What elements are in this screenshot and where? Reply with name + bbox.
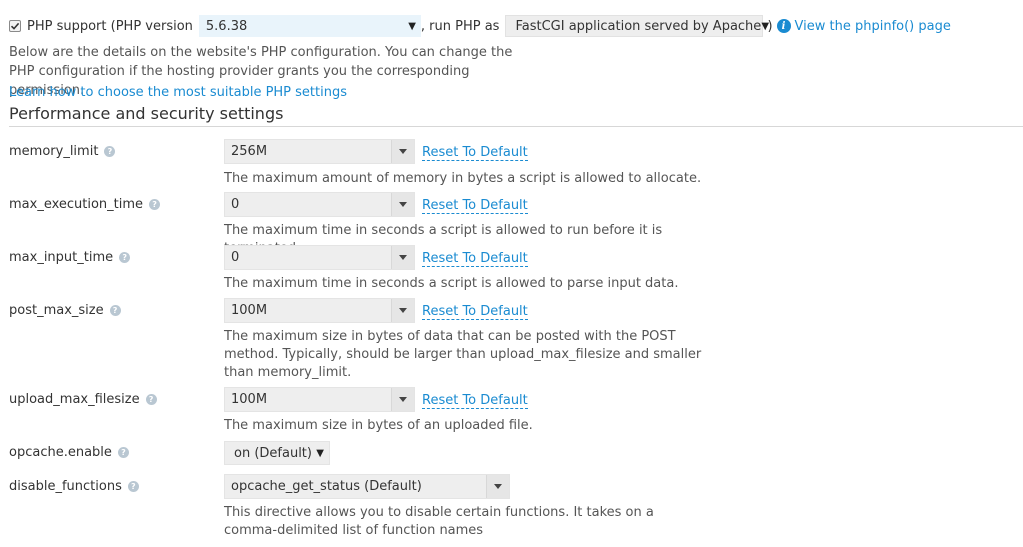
- section-title: Performance and security settings: [9, 104, 284, 123]
- max-input-time-help: The maximum time in seconds a script is …: [224, 276, 679, 291]
- reset-post-max-size-link[interactable]: Reset To Default: [422, 304, 528, 320]
- chevron-down-icon: [399, 255, 407, 260]
- setting-name: max_input_time: [9, 250, 114, 265]
- help-icon[interactable]: ?: [117, 447, 129, 458]
- chevron-down-icon: [399, 308, 407, 313]
- reset-max-input-time-link[interactable]: Reset To Default: [422, 251, 528, 267]
- post-max-size-value[interactable]: 100M: [225, 303, 391, 318]
- section-divider: [9, 126, 1023, 127]
- setting-name: memory_limit: [9, 144, 99, 159]
- chevron-down-icon: [399, 397, 407, 402]
- close-paren: ): [767, 18, 773, 34]
- max-execution-time-combobox[interactable]: 0: [224, 192, 415, 217]
- reset-max-execution-time-link[interactable]: Reset To Default: [422, 198, 528, 214]
- upload-max-filesize-combobox[interactable]: 100M: [224, 387, 415, 412]
- memory-limit-value[interactable]: 256M: [225, 144, 391, 159]
- setting-name: disable_functions: [9, 479, 122, 494]
- setting-name: post_max_size: [9, 303, 104, 318]
- memory-limit-help: The maximum amount of memory in bytes a …: [224, 171, 702, 186]
- help-icon[interactable]: ?: [119, 252, 131, 263]
- setting-label-post-max-size: post_max_size ?: [9, 303, 121, 318]
- dropdown-button[interactable]: [391, 388, 414, 411]
- php-support-label: PHP support (PHP version: [27, 18, 193, 34]
- setting-label-max-execution-time: max_execution_time ?: [9, 197, 161, 212]
- help-icon[interactable]: ?: [127, 481, 139, 492]
- disable-functions-combobox[interactable]: opcache_get_status (Default): [224, 474, 510, 499]
- max-input-time-combobox[interactable]: 0: [224, 245, 415, 270]
- dropdown-button[interactable]: [391, 246, 414, 269]
- help-icon[interactable]: ?: [145, 394, 157, 405]
- setting-name: opcache.enable: [9, 445, 112, 460]
- disable-functions-help: This directive allows you to disable cer…: [224, 505, 654, 538]
- setting-label-disable-functions: disable_functions ?: [9, 479, 139, 494]
- setting-label-opcache-enable: opcache.enable ?: [9, 445, 129, 460]
- chevron-down-icon: ▼: [316, 447, 324, 459]
- chevron-down-icon: [494, 484, 502, 489]
- reset-memory-limit-link[interactable]: Reset To Default: [422, 145, 528, 161]
- phpinfo-link[interactable]: View the phpinfo() page: [795, 19, 951, 34]
- run-as-label: , run PHP as: [420, 18, 500, 34]
- post-max-size-combobox[interactable]: 100M: [224, 298, 415, 323]
- upload-max-filesize-help: The maximum size in bytes of an uploaded…: [224, 418, 533, 433]
- dropdown-button[interactable]: [486, 475, 509, 498]
- php-version-select[interactable]: 5.6.38 ▼: [198, 15, 421, 37]
- opcache-enable-value: on (Default): [234, 445, 312, 461]
- memory-limit-combobox[interactable]: 256M: [224, 139, 415, 164]
- php-handler-select[interactable]: FastCGI application served by Apache ▼: [505, 15, 769, 37]
- learn-php-settings-link[interactable]: Learn how to choose the most suitable PH…: [9, 85, 347, 100]
- max-input-time-value[interactable]: 0: [225, 250, 391, 265]
- php-handler-value: FastCGI application served by Apache: [515, 18, 762, 34]
- php-version-value: 5.6.38: [205, 18, 248, 34]
- php-support-row: PHP support (PHP version 5.6.38 ▼ , run …: [9, 14, 951, 38]
- php-support-checkbox[interactable]: [9, 20, 21, 32]
- max-execution-time-value[interactable]: 0: [225, 197, 391, 212]
- disable-functions-value[interactable]: opcache_get_status (Default): [225, 479, 486, 494]
- help-icon[interactable]: ?: [104, 146, 116, 157]
- setting-label-upload-max-filesize: upload_max_filesize ?: [9, 392, 157, 407]
- post-max-size-help: The maximum size in bytes of data that c…: [224, 329, 702, 380]
- dropdown-button[interactable]: [391, 193, 414, 216]
- setting-name: upload_max_filesize: [9, 392, 140, 407]
- reset-upload-max-filesize-link[interactable]: Reset To Default: [422, 393, 528, 409]
- checkmark-icon: [10, 22, 20, 30]
- opcache-enable-select[interactable]: on (Default) ▼: [224, 441, 330, 465]
- help-icon[interactable]: ?: [109, 305, 121, 316]
- dropdown-button[interactable]: [391, 140, 414, 163]
- chevron-down-icon: [399, 149, 407, 154]
- help-icon[interactable]: ?: [149, 199, 161, 210]
- setting-name: max_execution_time: [9, 197, 144, 212]
- info-icon: i: [776, 19, 791, 33]
- dropdown-button[interactable]: [391, 299, 414, 322]
- upload-max-filesize-value[interactable]: 100M: [225, 392, 391, 407]
- setting-label-memory-limit: memory_limit ?: [9, 144, 116, 159]
- chevron-down-icon: ▼: [408, 20, 416, 32]
- chevron-down-icon: [399, 202, 407, 207]
- setting-label-max-input-time: max_input_time ?: [9, 250, 131, 265]
